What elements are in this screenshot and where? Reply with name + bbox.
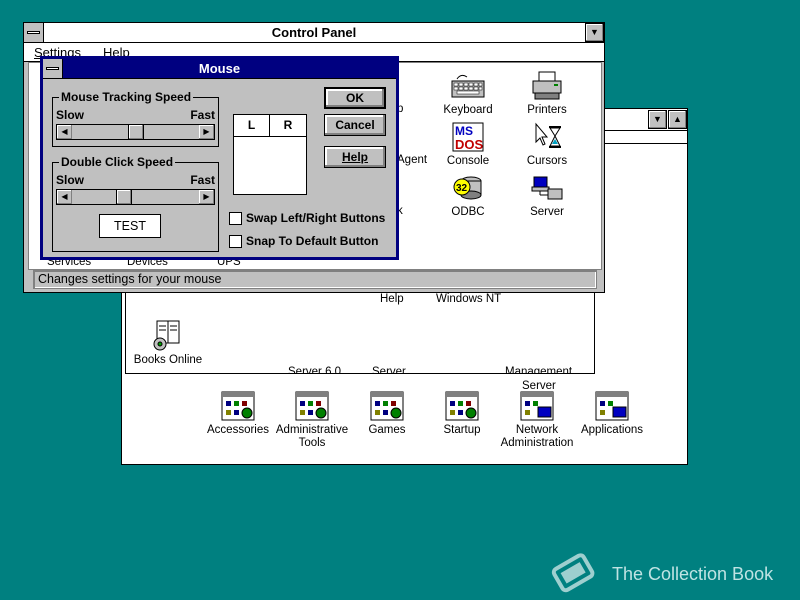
program-group-icon (520, 391, 554, 421)
program-group-icon (295, 391, 329, 421)
icon-label: Printers (527, 104, 567, 116)
icon-label: Cursors (526, 155, 568, 167)
keyboard-icon (451, 74, 485, 98)
status-bar: Changes settings for your mouse (33, 270, 597, 289)
program-group-icon (370, 391, 404, 421)
book-icon (551, 553, 595, 593)
tracking-slider-thumb[interactable] (128, 125, 144, 139)
mouse-dialog-titlebar[interactable]: Mouse (43, 59, 396, 79)
group-label: Accessories (207, 424, 269, 436)
group-label: Applications (580, 424, 643, 436)
icon-label: Console (446, 155, 490, 167)
clipped-label-server: Server (372, 366, 406, 374)
status-text: Changes settings for your mouse (38, 272, 222, 286)
program-group-icon (221, 391, 255, 421)
help-button-label: Help (341, 150, 368, 164)
double-click-fast-label: Fast (190, 173, 215, 187)
tracking-fast-label: Fast (190, 108, 215, 122)
console-item[interactable]: MS DOS Console (428, 122, 508, 168)
double-click-slider-thumb[interactable] (116, 190, 132, 204)
test-box[interactable]: TEST (99, 214, 161, 238)
left-button-label: L (247, 118, 256, 132)
group-label: Network Administration (500, 424, 574, 449)
control-panel-titlebar[interactable]: Control Panel ▼ (24, 23, 604, 43)
system-menu-icon[interactable] (24, 23, 44, 42)
double-click-label: Double Click Speed (59, 155, 176, 169)
printer-icon (532, 71, 562, 100)
group-games[interactable]: Games (347, 391, 427, 437)
group-accessories[interactable]: Accessories (198, 391, 278, 437)
scroll-right-arrow[interactable]: ▶ (199, 125, 214, 139)
maximize-button[interactable]: ▲ (668, 110, 687, 129)
help-button[interactable]: Help (324, 146, 386, 168)
left-button-indicator: L (234, 115, 270, 137)
printers-item[interactable]: Printers (507, 71, 587, 117)
test-label: TEST (114, 219, 146, 233)
snap-to-default-label[interactable]: Snap To Default Button (246, 234, 378, 248)
group-administrative-tools[interactable]: Administrative Tools (272, 391, 352, 450)
tracking-speed-label: Mouse Tracking Speed (59, 90, 194, 104)
minimize-button[interactable]: ▼ (648, 110, 667, 129)
mouse-buttons-illustration: L R (233, 114, 307, 195)
books-online-item[interactable]: Books Online (128, 317, 208, 367)
double-click-slider[interactable]: ◀ ▶ (56, 189, 215, 205)
windows-nt-label[interactable]: Windows NT (436, 293, 501, 305)
cancel-button[interactable]: Cancel (324, 114, 386, 136)
watermark-text: The Collection Book (612, 564, 774, 584)
odbc-item[interactable]: 32 ODBC (428, 173, 508, 219)
help-label[interactable]: Help (380, 293, 404, 305)
cursor-icon (535, 122, 561, 148)
double-click-slow-label: Slow (56, 173, 85, 187)
system-menu-icon[interactable] (43, 59, 63, 78)
minimize-button[interactable]: ▼ (585, 23, 604, 42)
icon-label: Server (530, 206, 564, 218)
tracking-slow-label: Slow (56, 108, 85, 122)
ok-button[interactable]: OK (324, 87, 386, 109)
program-group-icon (445, 391, 479, 421)
clipped-label-sql: Server 6.0 (288, 366, 342, 374)
server-icon (531, 176, 563, 200)
cancel-button-label: Cancel (335, 118, 375, 132)
watermark: The Collection Book (547, 550, 787, 598)
double-click-group: Double Click Speed Slow Fast ◀ ▶ TEST (52, 155, 219, 252)
tracking-speed-slider[interactable]: ◀ ▶ (56, 124, 215, 140)
clipped-label-management: Management (505, 366, 573, 374)
snap-to-default-checkbox[interactable] (229, 235, 242, 248)
group-startup[interactable]: Startup (422, 391, 502, 437)
scroll-left-arrow[interactable]: ◀ (57, 125, 72, 139)
cursors-item[interactable]: Cursors (507, 122, 587, 168)
mouse-dialog: Mouse Mouse Tracking Speed Slow Fast ◀ ▶… (40, 56, 399, 260)
group-label: Administrative Tools (275, 424, 349, 449)
keyboard-item[interactable]: Keyboard (428, 71, 508, 117)
svg-text:DOS: DOS (455, 137, 484, 152)
group-label: Startup (443, 424, 481, 436)
partial-label-agent: Agent (397, 154, 428, 166)
tracking-speed-group: Mouse Tracking Speed Slow Fast ◀ ▶ (52, 90, 219, 147)
right-button-label: R (283, 118, 293, 132)
group-applications[interactable]: Applications (572, 391, 652, 437)
program-group-icon (595, 391, 629, 421)
scroll-right-arrow[interactable]: ▶ (199, 190, 214, 204)
books-online-label: Books Online (133, 354, 203, 366)
control-panel-title: Control Panel (271, 25, 357, 40)
group-label: Games (368, 424, 406, 436)
svg-text:MS: MS (455, 124, 473, 138)
svg-text:32: 32 (456, 183, 468, 194)
icon-label: Keyboard (443, 104, 493, 116)
group-network-administration[interactable]: Network Administration (497, 391, 577, 450)
scroll-left-arrow[interactable]: ◀ (57, 190, 72, 204)
ms-dos-console-icon: MS DOS (452, 122, 484, 152)
mouse-dialog-title: Mouse (198, 61, 241, 76)
odbc-icon: 32 (453, 176, 482, 200)
swap-buttons-label[interactable]: Swap Left/Right Buttons (246, 211, 385, 225)
right-button-indicator: R (270, 115, 306, 137)
icon-label: ODBC (451, 206, 485, 218)
books-online-icon (153, 320, 180, 351)
server-item[interactable]: Server (507, 173, 587, 219)
swap-buttons-checkbox[interactable] (229, 212, 242, 225)
ok-button-label: OK (346, 91, 364, 105)
